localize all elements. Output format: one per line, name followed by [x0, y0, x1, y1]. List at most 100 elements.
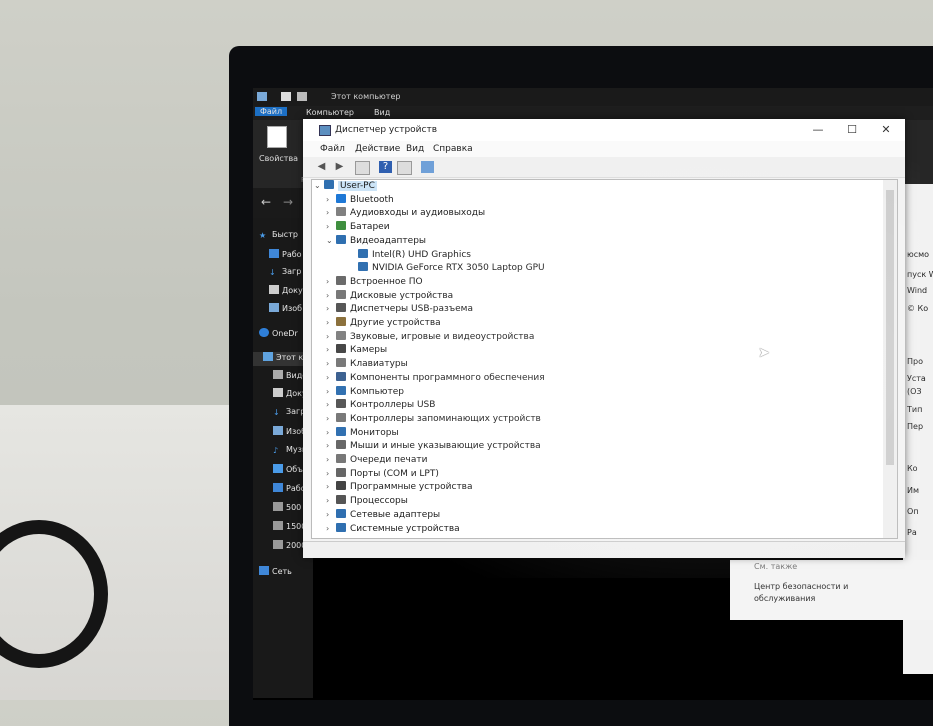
tree-root[interactable]: ⌄ User-PC: [314, 180, 377, 193]
sidebar-desktop-2[interactable]: Рабо: [273, 483, 306, 497]
device-category-item[interactable]: › Контроллеры USB: [326, 399, 435, 412]
properties-view-icon[interactable]: [397, 161, 412, 175]
close-button[interactable]: ✕: [869, 120, 903, 140]
device-category-item[interactable]: › Звуковые, игровые и видеоустройства: [326, 330, 534, 344]
device-category-item[interactable]: ⌄ Видеоадаптеры: [326, 234, 426, 248]
device-category-item[interactable]: › Очереди печати: [326, 454, 427, 467]
back-arrow-icon[interactable]: ←: [261, 195, 271, 209]
menu-action[interactable]: Действие: [355, 144, 400, 154]
sidebar-documents[interactable]: Доку: [269, 285, 303, 299]
menu-file[interactable]: Файл: [320, 144, 345, 154]
device-category-item[interactable]: › Другие устройства: [326, 317, 441, 330]
device-category-item[interactable]: › Клавиатуры: [326, 358, 408, 371]
sidebar-downloads-2[interactable]: ↓ Загр: [273, 407, 305, 421]
device-icon: [336, 426, 346, 436]
device-category-item[interactable]: › Батареи: [326, 221, 390, 234]
show-hide-console-icon[interactable]: [355, 161, 370, 175]
expand-chevron-icon[interactable]: ›: [326, 304, 336, 313]
sidebar-quick-access[interactable]: ★ Быстр: [259, 230, 298, 244]
expand-chevron-icon[interactable]: ›: [326, 524, 336, 533]
expand-chevron-icon[interactable]: ›: [326, 195, 336, 204]
collapse-chevron-icon[interactable]: ⌄: [314, 181, 324, 190]
folder-quick-icon[interactable]: [297, 92, 307, 101]
menu-view[interactable]: Вид: [406, 144, 424, 154]
device-category-item[interactable]: › Аудиовходы и аудиовыходы: [326, 207, 485, 220]
expand-chevron-icon[interactable]: ›: [326, 482, 336, 491]
maximize-button[interactable]: ☐: [835, 120, 869, 140]
sidebar-desktop[interactable]: Рабо: [269, 249, 302, 263]
collapse-chevron-icon[interactable]: ⌄: [326, 236, 336, 245]
device-category-item[interactable]: › Встроенное ПО: [326, 275, 423, 289]
expand-chevron-icon[interactable]: ›: [326, 387, 336, 396]
forward-icon[interactable]: ▶: [333, 161, 346, 173]
minimize-button[interactable]: —: [801, 120, 835, 140]
device-category-item[interactable]: › Системные устройства: [326, 522, 460, 536]
explorer-menu-file[interactable]: Файл: [255, 107, 288, 116]
expand-chevron-icon[interactable]: ›: [326, 455, 336, 464]
sidebar-pictures[interactable]: Изоб: [269, 303, 302, 317]
device-label: Очереди печати: [350, 455, 428, 465]
expand-chevron-icon[interactable]: ›: [326, 373, 336, 382]
sidebar-network[interactable]: Сеть: [259, 566, 292, 580]
device-category-item[interactable]: › Мониторы: [326, 426, 399, 440]
scrollbar-thumb[interactable]: [886, 190, 894, 465]
right-text-4: Про: [907, 357, 923, 366]
sidebar-downloads[interactable]: ↓ Загр: [269, 267, 301, 281]
device-category-item[interactable]: › Камеры: [326, 344, 387, 357]
device-category-item[interactable]: › Мыши и иные указывающие устройства: [326, 440, 541, 453]
explorer-see-also-panel: См. также Центр безопасности и обслужива…: [730, 560, 933, 620]
expand-chevron-icon[interactable]: ›: [326, 510, 336, 519]
explorer-menu-computer[interactable]: Компьютер: [301, 108, 359, 117]
forward-arrow-icon[interactable]: →: [283, 195, 293, 209]
expand-chevron-icon[interactable]: ›: [326, 345, 336, 354]
device-child-item[interactable]: NVIDIA GeForce RTX 3050 Laptop GPU: [348, 262, 545, 275]
back-icon[interactable]: ◀: [315, 161, 328, 173]
device-category-item[interactable]: › Программные устройства: [326, 481, 473, 494]
sidebar-drive-1500[interactable]: 1500: [273, 521, 306, 535]
device-category-item[interactable]: › Дисковые устройства: [326, 289, 453, 303]
device-label: Клавиатуры: [350, 359, 408, 370]
device-category-item[interactable]: › Bluetooth: [326, 193, 394, 207]
help-icon[interactable]: ?: [379, 161, 392, 173]
expand-chevron-icon[interactable]: ›: [326, 414, 336, 423]
device-category-item[interactable]: › Компоненты программного обеспечения: [326, 371, 545, 385]
device-child-item[interactable]: Intel(R) UHD Graphics: [348, 248, 471, 262]
device-category-item[interactable]: › Диспетчеры USB-разъема: [326, 303, 473, 316]
sidebar-onedrive[interactable]: OneDr: [259, 328, 298, 342]
explorer-menu-view[interactable]: Вид: [369, 108, 395, 117]
expand-chevron-icon[interactable]: ›: [326, 318, 336, 327]
device-category-item[interactable]: › Процессоры: [326, 495, 408, 508]
expand-chevron-icon[interactable]: ›: [326, 208, 336, 217]
sidebar-drive-2000[interactable]: 2000: [273, 540, 306, 554]
security-center-link[interactable]: Центр безопасности и обслуживания: [754, 581, 904, 605]
ribbon-properties[interactable]: Свойства: [259, 154, 298, 163]
device-manager-toolbar: ◀ ▶ ?: [303, 157, 905, 178]
vertical-scrollbar[interactable]: [883, 180, 897, 538]
device-category-item[interactable]: › Контроллеры запоминающих устройств: [326, 412, 541, 426]
sidebar-documents-2[interactable]: Доку: [273, 388, 307, 402]
expand-chevron-icon[interactable]: ›: [326, 400, 336, 409]
device-manager-icon: [319, 125, 331, 136]
expand-chevron-icon[interactable]: ›: [326, 428, 336, 437]
monitor-scan-icon[interactable]: [421, 161, 434, 173]
sidebar-3d-objects[interactable]: Объ: [273, 464, 303, 478]
device-category-item[interactable]: › Сетевые адаптеры: [326, 508, 440, 522]
device-icon: [336, 399, 346, 409]
expand-chevron-icon[interactable]: ›: [326, 277, 336, 286]
device-icon: [336, 371, 346, 381]
sidebar-pictures-2[interactable]: Изоб: [273, 426, 306, 440]
device-category-item[interactable]: › Порты (COM и LPT): [326, 467, 439, 481]
expand-chevron-icon[interactable]: ›: [326, 359, 336, 368]
menu-help[interactable]: Справка: [433, 144, 473, 154]
expand-chevron-icon[interactable]: ›: [326, 291, 336, 300]
device-category-item[interactable]: › Компьютер: [326, 385, 404, 399]
properties-quick-icon[interactable]: [281, 92, 291, 101]
expand-chevron-icon[interactable]: ›: [326, 332, 336, 341]
device-icon: [336, 495, 346, 505]
device-label: Компьютер: [350, 386, 404, 397]
device-icon: [336, 275, 346, 285]
expand-chevron-icon[interactable]: ›: [326, 496, 336, 505]
expand-chevron-icon[interactable]: ›: [326, 222, 336, 231]
expand-chevron-icon[interactable]: ›: [326, 441, 336, 450]
expand-chevron-icon[interactable]: ›: [326, 469, 336, 478]
